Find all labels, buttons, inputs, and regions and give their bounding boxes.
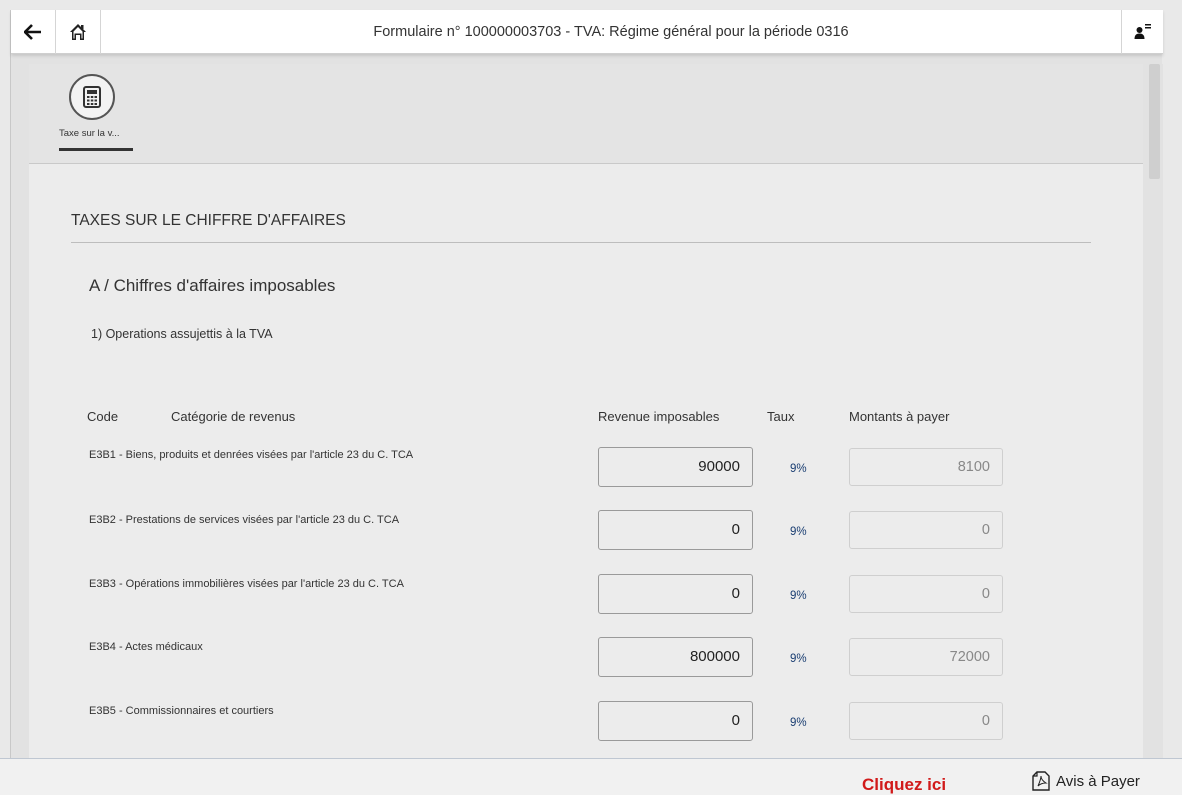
section-divider	[71, 242, 1091, 243]
top-bar: Formulaire n° 100000003703 - TVA: Régime…	[11, 9, 1163, 54]
row-label-e3b2: E3B2 - Prestations de services visées pa…	[89, 514, 400, 526]
amount-field-e3b1: 8100	[849, 448, 1003, 486]
taxable-input-e3b1[interactable]: 90000	[598, 447, 753, 487]
rate-e3b1: 9%	[790, 463, 807, 475]
subsection-title: A / Chiffres d'affaires imposables	[89, 276, 336, 295]
avis-a-payer-label: Avis à Payer	[1056, 772, 1140, 790]
amount-field-e3b4: 72000	[849, 638, 1003, 676]
form-content: TAXES SUR LE CHIFFRE D'AFFAIRES A / Chif…	[29, 164, 1143, 764]
tab-strip: Taxe sur la v...	[29, 64, 1143, 164]
active-tab-indicator	[59, 148, 133, 151]
column-header-rate: Taux	[767, 409, 795, 424]
group-title: 1) Operations assujettis à la TVA	[91, 327, 273, 341]
rate-e3b4: 9%	[790, 653, 807, 665]
back-button[interactable]	[11, 9, 56, 54]
home-icon	[70, 23, 86, 40]
arrow-left-icon	[24, 23, 41, 40]
section-title: TAXES SUR LE CHIFFRE D'AFFAIRES	[71, 212, 346, 229]
home-button[interactable]	[56, 9, 101, 54]
row-label-e3b5: E3B5 - Commissionnaires et courtiers	[89, 705, 274, 717]
app-frame: Formulaire n° 100000003703 - TVA: Régime…	[10, 9, 1163, 795]
amount-field-e3b2: 0	[849, 511, 1003, 549]
rate-e3b5: 9%	[790, 717, 807, 729]
column-header-category: Catégorie de revenus	[171, 409, 296, 424]
calculator-icon	[83, 86, 101, 108]
vertical-scrollbar[interactable]	[1146, 64, 1163, 764]
taxable-input-e3b2[interactable]: 0	[598, 510, 753, 550]
scrollbar-thumb[interactable]	[1149, 64, 1160, 179]
rate-e3b2: 9%	[790, 526, 807, 538]
column-header-amount: Montants à payer	[849, 409, 950, 424]
taxable-input-e3b5[interactable]: 0	[598, 701, 753, 741]
amount-field-e3b3: 0	[849, 575, 1003, 613]
bottom-action-bar: Cliquez ici Avis à Payer	[0, 758, 1182, 795]
user-menu-icon	[1134, 23, 1151, 39]
row-label-e3b3: E3B3 - Opérations immobilières visées pa…	[89, 578, 404, 590]
amount-field-e3b5: 0	[849, 702, 1003, 740]
click-here-prompt: Cliquez ici	[862, 775, 947, 794]
row-label-e3b1: E3B1 - Biens, produits et denrées visées…	[89, 449, 414, 461]
pdf-document-icon	[1032, 771, 1050, 791]
column-header-taxable: Revenue imposables	[598, 409, 720, 424]
tab-icon-circle	[69, 74, 115, 120]
row-label-e3b4: E3B4 - Actes médicaux	[89, 641, 203, 653]
tab-taxe-sur-la-valeur[interactable]: Taxe sur la v...	[59, 74, 133, 164]
taxable-input-e3b3[interactable]: 0	[598, 574, 753, 614]
taxable-input-e3b4[interactable]: 800000	[598, 637, 753, 677]
user-menu-button[interactable]	[1121, 9, 1163, 54]
column-header-code: Code	[87, 409, 119, 424]
rate-e3b3: 9%	[790, 590, 807, 602]
page-title: Formulaire n° 100000003703 - TVA: Régime…	[373, 23, 849, 40]
avis-a-payer-button[interactable]: Avis à Payer	[1032, 771, 1140, 791]
tab-label: Taxe sur la v...	[59, 128, 120, 139]
